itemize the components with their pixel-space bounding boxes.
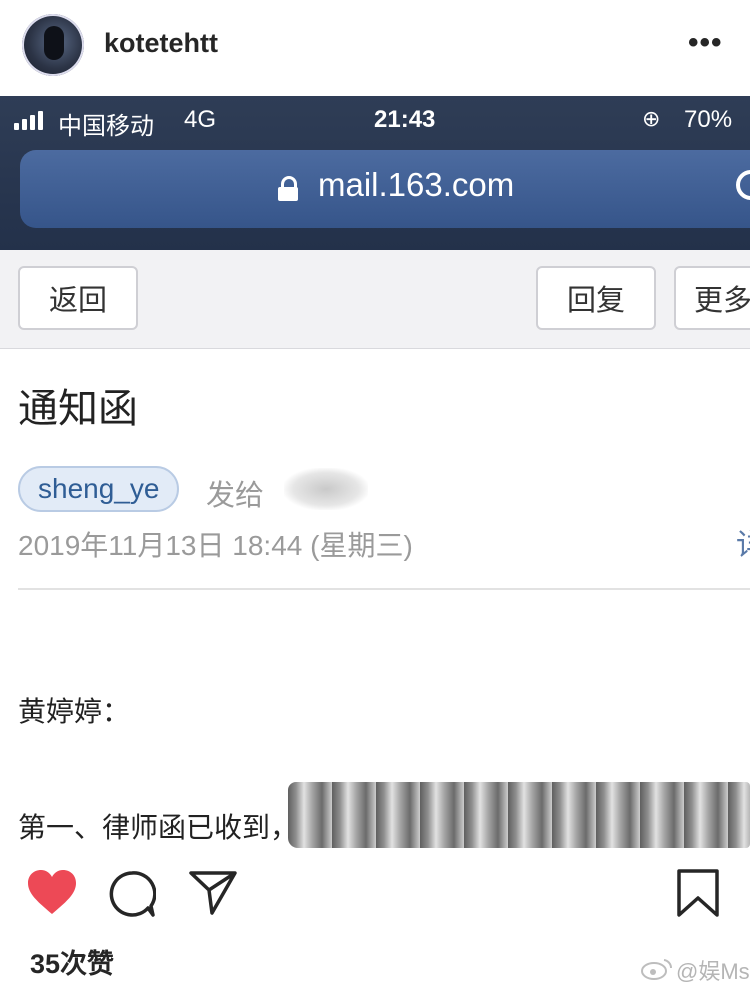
back-button[interactable]: 返回 [18, 266, 138, 330]
sender-chip[interactable]: sheng_ye [18, 466, 180, 512]
username[interactable]: kotetehtt [104, 28, 218, 59]
email-datetime: 2019年11月13日 18:44 (星期三) [18, 530, 413, 561]
carrier-label: 中国移动 [58, 113, 154, 140]
email-body-line: 第一、律师函已收到， [18, 812, 299, 843]
redacted-text [288, 782, 750, 848]
detail-link[interactable]: 详 [736, 520, 750, 564]
redacted-recipient [284, 468, 368, 510]
more-options-icon[interactable]: ••• [688, 26, 723, 60]
post-header: kotetehtt ••• [0, 0, 750, 96]
post-actions: 35次赞 @娱Ms [0, 848, 750, 986]
bookmark-icon[interactable] [676, 868, 720, 918]
email-subject: 通知函 [18, 387, 138, 431]
browser-chrome: 中国移动 4G 21:43 ⊕ 70% mail.163.com [0, 96, 750, 250]
status-time: 21:43 [374, 106, 436, 133]
avatar[interactable] [22, 14, 84, 76]
watermark: @娱Ms [676, 959, 750, 984]
sender-name: sheng_ye [38, 473, 160, 504]
orientation-lock-icon: ⊕ [642, 106, 661, 131]
share-icon[interactable] [188, 868, 238, 916]
reload-icon[interactable] [736, 170, 750, 200]
comment-icon[interactable] [108, 870, 156, 918]
weibo-logo-icon [641, 959, 673, 980]
post-image: 中国移动 4G 21:43 ⊕ 70% mail.163.com 返回 回复 更… [0, 96, 750, 848]
battery-label: 70% [684, 106, 733, 133]
divider [18, 588, 750, 590]
more-button[interactable]: 更多 [674, 266, 750, 330]
status-bar: 中国移动 4G 21:43 ⊕ 70% [0, 96, 750, 146]
likes-count[interactable]: 35次赞 [30, 942, 114, 981]
email-greeting: 黄婷婷： [18, 696, 131, 727]
lock-icon [278, 176, 298, 201]
send-to-label: 发给 [206, 480, 265, 512]
like-heart-icon[interactable] [26, 868, 78, 916]
url-text: mail.163.com [318, 166, 515, 203]
reply-button[interactable]: 回复 [536, 266, 656, 330]
mail-toolbar: 返回 回复 更多 [0, 250, 750, 349]
address-bar[interactable]: mail.163.com [20, 150, 750, 228]
network-label: 4G [184, 106, 217, 133]
signal-icon [14, 110, 43, 130]
